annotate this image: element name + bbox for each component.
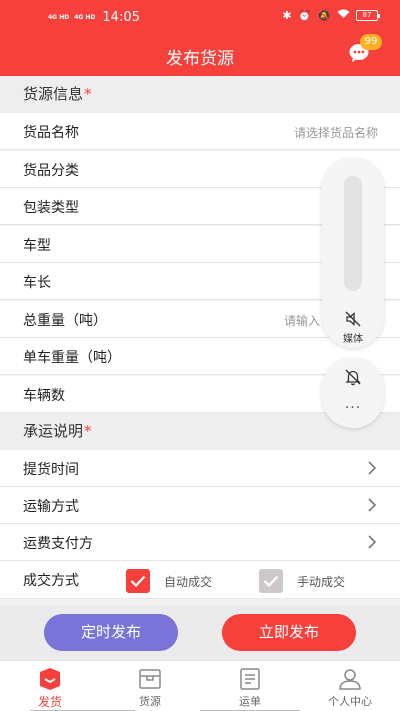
tab-profile[interactable]: 个人中心 <box>310 667 390 709</box>
deal-option-manual[interactable]: 手动成交 <box>259 569 345 593</box>
field-label: 货品分类 <box>23 163 79 179</box>
mute-icon: 🔕 <box>317 9 331 22</box>
battery-icon: 87 <box>356 10 380 21</box>
more-options-icon[interactable]: ··· <box>322 400 384 416</box>
floating-ring-panel: ··· <box>322 358 384 428</box>
tab-label: 货源 <box>139 695 161 708</box>
cargo-section-title: 货源信息 <box>23 85 84 103</box>
message-button[interactable]: 99 <box>348 34 382 64</box>
deal-option-manual-label: 手动成交 <box>297 574 346 589</box>
field-label: 单车重量（吨） <box>23 350 121 366</box>
field-label: 包装类型 <box>23 200 79 216</box>
field-label: 车辆数 <box>23 388 65 404</box>
unread-badge: 99 <box>360 34 382 50</box>
tab-label: 个人中心 <box>328 695 372 708</box>
tab-cargo[interactable]: 货源 <box>110 667 190 709</box>
page-title: 发布货源 <box>166 49 234 69</box>
floating-media-panel: 媒体 <box>322 158 384 348</box>
status-left: 4G HD 4G HD 14:05 <box>48 10 140 25</box>
volume-slider[interactable] <box>344 176 362 291</box>
ship-goods-icon <box>40 668 60 690</box>
status-bar: 4G HD 4G HD 14:05 ✱ ⏰ 🔕 87 <box>0 0 400 34</box>
field-freight-payer[interactable]: 运费支付方 <box>0 524 400 561</box>
bell-muted-icon[interactable] <box>344 368 362 386</box>
app-header: 发布货源 99 <box>0 34 400 76</box>
field-label: 车长 <box>23 275 51 291</box>
required-mark: * <box>84 422 92 440</box>
field-deal-mode: 成交方式 自动成交 手动成交 <box>0 561 400 599</box>
alarm-icon: ⏰ <box>297 9 312 22</box>
field-label: 提货时间 <box>23 462 79 478</box>
check-icon <box>130 575 146 587</box>
speaker-muted-icon[interactable] <box>344 310 362 328</box>
field-label: 运费支付方 <box>23 536 93 552</box>
tab-waybill[interactable]: 运单 <box>210 667 290 709</box>
waybill-icon <box>240 668 260 690</box>
network-indicator-1: 4G HD <box>48 14 70 21</box>
goods-name-placeholder: 请选择货品名称 <box>293 126 378 140</box>
person-icon <box>339 669 361 690</box>
tab-ship-goods[interactable]: 发货 <box>10 667 90 710</box>
check-icon <box>263 575 279 587</box>
field-pickup-time[interactable]: 提货时间 <box>0 450 400 487</box>
tab-label: 发货 <box>37 695 62 709</box>
action-bar: 定时发布 立即发布 <box>0 605 400 660</box>
media-label: 媒体 <box>343 334 363 345</box>
deal-option-auto[interactable]: 自动成交 <box>126 569 212 593</box>
chevron-right-icon <box>368 535 377 549</box>
field-label: 货品名称 <box>23 125 79 141</box>
timed-publish-button[interactable]: 定时发布 <box>44 614 178 651</box>
status-time: 14:05 <box>102 10 140 25</box>
checkbox-auto[interactable] <box>126 569 150 593</box>
field-goods-name[interactable]: 货品名称 请选择货品名称 <box>0 113 400 150</box>
cargo-box-icon <box>139 669 161 689</box>
total-weight-placeholder: 请输入 <box>283 314 320 328</box>
bluetooth-icon: ✱ <box>282 9 292 22</box>
field-label: 运输方式 <box>23 499 79 515</box>
field-label: 成交方式 <box>23 573 79 589</box>
cargo-section-header: 货源信息* <box>0 76 400 113</box>
wifi-icon <box>337 9 350 22</box>
chevron-right-icon <box>368 498 377 512</box>
shipping-section-title: 承运说明 <box>23 422 84 440</box>
status-right: ✱ ⏰ 🔕 87 <box>282 9 380 22</box>
network-indicator-2: 4G HD <box>74 14 96 21</box>
chevron-right-icon <box>368 461 377 475</box>
field-transport-mode[interactable]: 运输方式 <box>0 487 400 524</box>
publish-now-button[interactable]: 立即发布 <box>222 614 356 651</box>
bottom-tab-bar: 发货 货源 运单 个人中心 <box>0 660 400 711</box>
checkbox-manual[interactable] <box>259 569 283 593</box>
deal-option-auto-label: 自动成交 <box>164 574 213 589</box>
field-label: 总重量（吨） <box>23 313 107 329</box>
field-label: 车型 <box>23 238 51 254</box>
required-mark: * <box>84 85 92 103</box>
tab-label: 运单 <box>239 695 261 708</box>
